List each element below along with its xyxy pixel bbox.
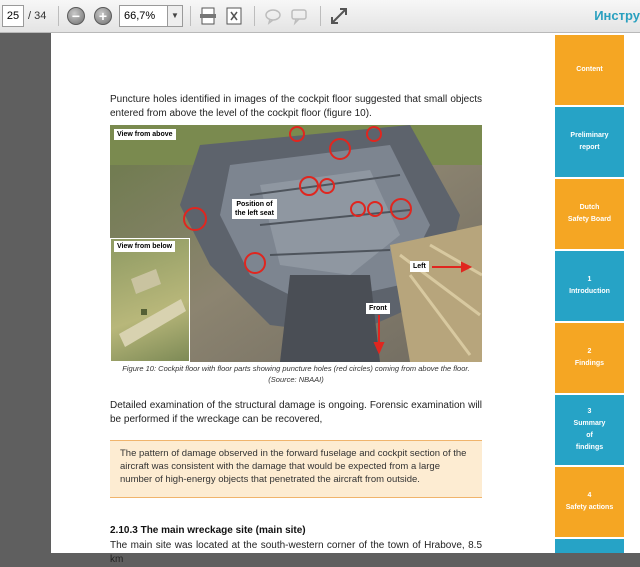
fit-width-icon[interactable] (197, 5, 219, 27)
figure-caption: Figure 10: Cockpit floor with floor part… (110, 363, 482, 385)
tab-findings[interactable]: 2 Findings (555, 323, 624, 393)
toolbar-separator (190, 6, 191, 26)
zoom-value: 66,7% (124, 10, 156, 22)
tab-dutch-safety-board[interactable]: Dutch Safety Board (555, 179, 624, 249)
page-total: / 34 (28, 10, 47, 22)
toolbar-separator (58, 6, 59, 26)
figure-10-photo: View from above View from below Position… (110, 125, 482, 362)
figure-caption-line1: Figure 10: Cockpit floor with floor part… (122, 364, 470, 373)
paragraph-structural-damage: Detailed examination of the structural d… (110, 400, 482, 425)
label-view-from-above: View from above (114, 129, 176, 140)
tab-introduction[interactable]: 1 Introduction (555, 251, 624, 321)
plus-icon: + (98, 8, 108, 24)
callout-box: The pattern of damage observed in the fo… (110, 440, 482, 498)
document-title: Инстру (594, 8, 640, 23)
fullscreen-icon[interactable] (328, 5, 350, 27)
figure-caption-source: (Source: NBAAI) (268, 375, 324, 384)
label-left-seat-line2: the left seat (235, 210, 274, 217)
zoom-in-button[interactable]: + (94, 7, 112, 25)
label-front: Front (366, 303, 390, 314)
label-left: Left (410, 261, 429, 272)
toolbar: 25 / 34 − + 66,7% ▼ Инстру (0, 0, 640, 33)
toolbar-separator (254, 6, 255, 26)
navigation-sidebar: Content Preliminary report Dutch Safety … (555, 33, 640, 553)
toolbar-separator (320, 6, 321, 26)
tab-summary-of-findings[interactable]: 3 Summary of findings (555, 395, 624, 465)
label-left-seat-line1: Position of (236, 201, 273, 208)
chevron-down-icon[interactable]: ▼ (167, 6, 182, 26)
inset-view-from-below (110, 238, 190, 362)
comment-reply-icon[interactable] (288, 5, 310, 27)
zoom-out-button[interactable]: − (67, 7, 85, 25)
tab-content[interactable]: Content (555, 35, 624, 105)
label-view-from-below: View from below (114, 241, 176, 252)
section-paragraph: The main site was located at the south-w… (110, 540, 482, 565)
document-page: Puncture holes identified in images of t… (51, 33, 555, 565)
fit-page-icon[interactable] (223, 5, 245, 27)
comment-icon[interactable] (262, 5, 284, 27)
minus-icon: − (71, 8, 81, 24)
label-left-seat: Position of the left seat (232, 199, 277, 219)
zoom-select[interactable]: 66,7% ▼ (119, 5, 183, 27)
page-number-input[interactable]: 25 (2, 5, 24, 27)
intro-paragraph: Puncture holes identified in images of t… (110, 94, 482, 119)
section-heading: 2.10.3 The main wreckage site (main site… (110, 525, 306, 536)
inset-photo (119, 269, 186, 347)
tab-safety-actions[interactable]: 4 Safety actions (555, 467, 624, 537)
tab-next[interactable] (555, 539, 624, 553)
tab-preliminary-report[interactable]: Preliminary report (555, 107, 624, 177)
